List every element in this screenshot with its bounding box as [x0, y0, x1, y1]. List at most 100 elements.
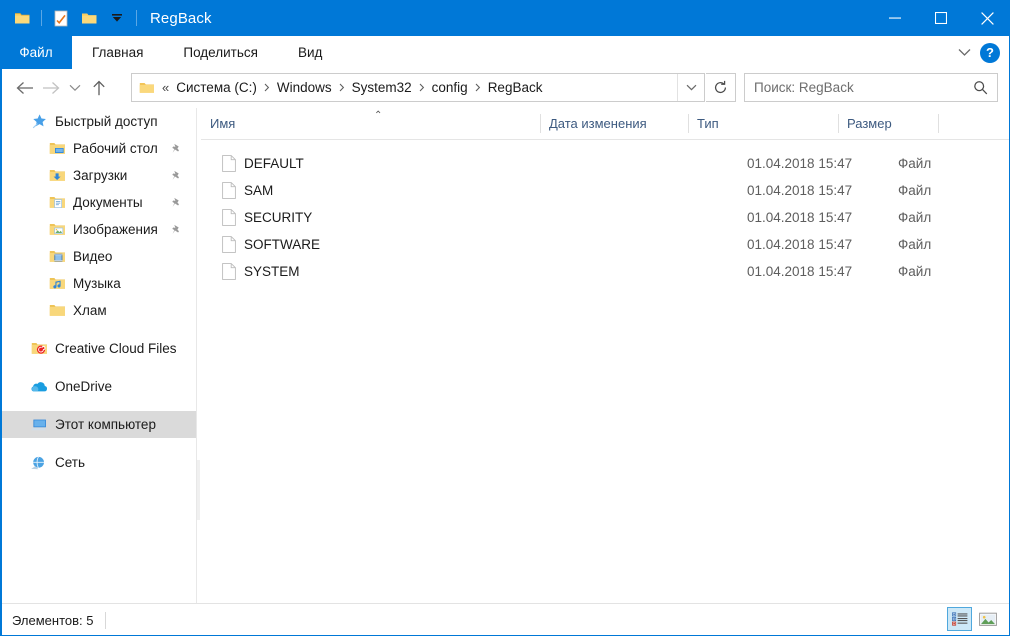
help-button[interactable]: ?: [980, 42, 1000, 63]
column-header-name[interactable]: Имя: [201, 108, 540, 139]
pane-splitter[interactable]: [196, 108, 197, 603]
address-dropdown-chevron-icon[interactable]: [677, 74, 704, 101]
sidebar-item-videos[interactable]: Видео: [0, 243, 196, 270]
sidebar-item-onedrive[interactable]: OneDrive: [0, 373, 196, 400]
sidebar-item-quick-access[interactable]: Быстрый доступ: [0, 108, 196, 135]
folder-icon[interactable]: [78, 7, 100, 29]
table-row[interactable]: SOFTWARE 01.04.2018 15:47 Файл 0 КБ: [201, 231, 1010, 258]
search-box[interactable]: Поиск: RegBack: [744, 73, 998, 102]
forward-button[interactable]: [38, 74, 64, 102]
table-row[interactable]: SYSTEM 01.04.2018 15:47 Файл 0 КБ: [201, 258, 1010, 285]
column-header-size[interactable]: Размер: [838, 108, 938, 139]
sidebar-label: Документы: [73, 195, 143, 210]
qat-separator-2: [136, 10, 137, 26]
minimize-button[interactable]: [872, 0, 918, 36]
table-row[interactable]: SAM 01.04.2018 15:47 Файл 0 КБ: [201, 177, 1010, 204]
file-type: Файл: [898, 156, 932, 171]
quick-access-toolbar: RegBack: [0, 0, 212, 36]
file-type: Файл: [898, 210, 932, 225]
documents-folder-icon: [48, 194, 66, 212]
column-header-type[interactable]: Тип: [688, 108, 838, 139]
breadcrumb-overflow[interactable]: «: [159, 80, 174, 95]
tab-share[interactable]: Поделиться: [163, 36, 278, 69]
pane-splitter-grip[interactable]: [197, 460, 200, 520]
file-name-cell: SAM: [222, 182, 273, 199]
customize-qat-chevron-icon[interactable]: [106, 7, 128, 29]
recent-locations-chevron-icon[interactable]: [64, 74, 86, 102]
pin-icon[interactable]: [171, 197, 182, 209]
new-folder-icon[interactable]: [11, 7, 33, 29]
window-controls: [872, 0, 1010, 36]
details-view-button[interactable]: [947, 607, 972, 631]
content-area: Быстрый доступ Рабочий стол Загрузки Док…: [0, 108, 1010, 603]
search-icon[interactable]: [973, 80, 988, 95]
breadcrumb-item-4[interactable]: RegBack: [486, 80, 545, 95]
sidebar-item-downloads[interactable]: Загрузки: [0, 162, 196, 189]
breadcrumb-chevron-icon-1[interactable]: [334, 83, 350, 92]
breadcrumb-item-3[interactable]: config: [430, 80, 470, 95]
sidebar-item-pictures[interactable]: Изображения: [0, 216, 196, 243]
ribbon-right-controls: ?: [950, 36, 1006, 69]
sidebar-item-music[interactable]: Музыка: [0, 270, 196, 297]
up-button[interactable]: [86, 74, 112, 102]
breadcrumb-item-0[interactable]: Система (C:): [174, 80, 259, 95]
sidebar-item-documents[interactable]: Документы: [0, 189, 196, 216]
column-header-row: Имя ⌃ Дата изменения Тип Размер: [201, 108, 1010, 140]
sidebar-item-this-pc[interactable]: Этот компьютер: [0, 411, 196, 438]
title-bar: RegBack: [0, 0, 1010, 36]
sidebar-item-creative-cloud-files[interactable]: Creative Cloud Files: [0, 335, 196, 362]
address-bar[interactable]: « Система (C:) Windows System32 config R…: [131, 73, 705, 102]
sidebar-item-network[interactable]: Сеть: [0, 449, 196, 476]
sidebar-label: Загрузки: [73, 168, 128, 183]
sidebar-label: Рабочий стол: [73, 141, 158, 156]
table-row[interactable]: SECURITY 01.04.2018 15:47 Файл 0 КБ: [201, 204, 1010, 231]
column-divider[interactable]: [938, 114, 939, 133]
window-left-accent-border: [0, 69, 2, 636]
maximize-button[interactable]: [918, 0, 964, 36]
blank-file-icon: [222, 263, 236, 280]
file-name-cell: SECURITY: [222, 209, 312, 226]
tab-view[interactable]: Вид: [278, 36, 342, 69]
status-bar: Элементов: 5: [0, 603, 1010, 636]
pin-icon[interactable]: [171, 224, 182, 236]
breadcrumb-chevron-icon-2[interactable]: [414, 83, 430, 92]
column-header-label: Тип: [697, 116, 719, 131]
expand-ribbon-chevron-icon[interactable]: [950, 36, 978, 69]
tab-file[interactable]: Файл: [0, 36, 72, 69]
table-row[interactable]: DEFAULT 01.04.2018 15:47 Файл 0 КБ: [201, 150, 1010, 177]
pin-icon[interactable]: [171, 170, 182, 182]
pictures-folder-icon: [48, 221, 66, 239]
refresh-button[interactable]: [706, 73, 736, 102]
close-button[interactable]: [964, 0, 1010, 36]
search-input[interactable]: Поиск: RegBack: [754, 80, 854, 95]
pin-icon[interactable]: [171, 143, 182, 155]
breadcrumb-chevron-icon-0[interactable]: [259, 83, 275, 92]
folder-icon: [48, 302, 66, 320]
breadcrumb-item-2[interactable]: System32: [350, 80, 414, 95]
sort-ascending-icon: ⌃: [374, 110, 383, 121]
blank-file-icon: [222, 209, 236, 226]
sidebar-label: Изображения: [73, 222, 158, 237]
status-separator: [105, 611, 107, 629]
sidebar-item-hlam[interactable]: Хлам: [0, 297, 196, 324]
tab-home[interactable]: Главная: [72, 36, 163, 69]
back-button[interactable]: [12, 74, 38, 102]
downloads-folder-icon: [48, 167, 66, 185]
column-header-date[interactable]: Дата изменения: [540, 108, 688, 139]
list-top-spacer: [201, 140, 1010, 150]
breadcrumb-chevron-icon-3[interactable]: [470, 83, 486, 92]
properties-icon[interactable]: [50, 7, 72, 29]
large-icons-view-button[interactable]: [975, 607, 1000, 631]
desktop-folder-icon: [48, 140, 66, 158]
view-toggle-group: [944, 607, 1000, 631]
sidebar-label: OneDrive: [55, 379, 113, 394]
sidebar-item-desktop[interactable]: Рабочий стол: [0, 135, 196, 162]
file-list: Имя ⌃ Дата изменения Тип Размер DEFAULT …: [201, 108, 1010, 603]
file-type: Файл: [898, 264, 932, 279]
blank-file-icon: [222, 236, 236, 253]
breadcrumb-item-1[interactable]: Windows: [275, 80, 334, 95]
file-name-cell: DEFAULT: [222, 155, 304, 172]
